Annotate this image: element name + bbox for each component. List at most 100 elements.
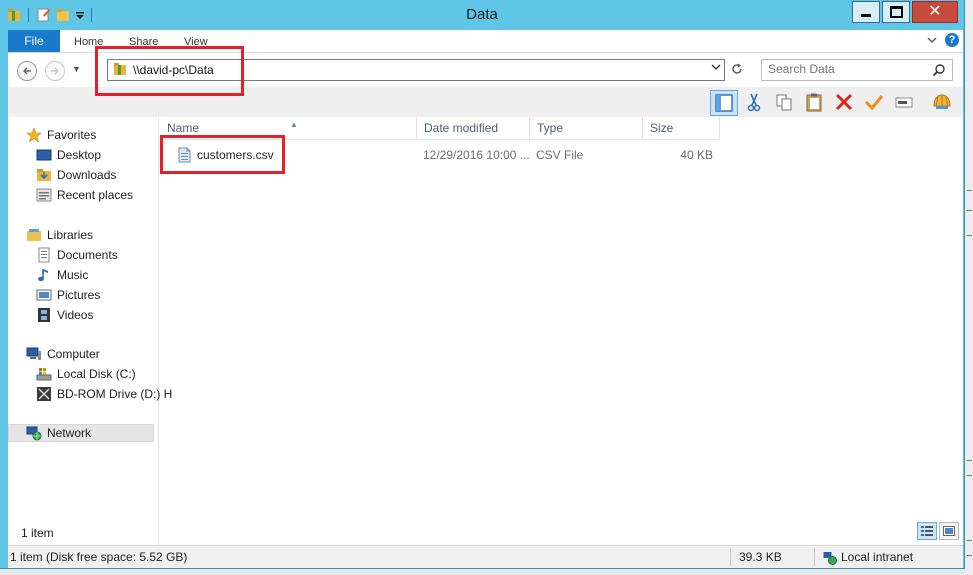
desktop-icon — [36, 147, 52, 163]
column-header-size[interactable]: Size — [643, 117, 720, 139]
sort-ascending-icon: ▲ — [290, 120, 298, 129]
back-arrow-icon — [23, 67, 31, 75]
status-bar: 1 item (Disk free space: 5.52 GB) 39.3 K… — [8, 545, 963, 568]
star-icon — [26, 127, 42, 143]
nav-videos[interactable]: Videos — [36, 306, 93, 324]
computer-icon — [26, 346, 42, 362]
nav-recent-places[interactable]: Recent places — [36, 186, 133, 204]
search-input[interactable] — [762, 60, 934, 78]
item-count: 1 item — [21, 526, 54, 540]
shell-icon — [933, 94, 951, 109]
status-zone-label: Local intranet — [841, 550, 914, 564]
forward-arrow-icon — [51, 67, 59, 75]
nav-favorites[interactable]: Favorites — [26, 126, 96, 144]
status-details: 1 item (Disk free space: 5.52 GB) — [10, 550, 188, 564]
nav-recent-places-label: Recent places — [57, 188, 134, 202]
downloads-folder-icon — [36, 167, 52, 183]
back-button[interactable] — [17, 61, 37, 81]
background-window-bottom — [0, 569, 965, 575]
file-type: CSV File — [536, 148, 584, 162]
close-button[interactable]: ✕ — [912, 1, 958, 23]
maximize-icon — [889, 6, 903, 18]
nav-local-disk[interactable]: Local Disk (C:) — [36, 365, 136, 383]
content-area: Favorites Desktop Downloads Recent place… — [8, 117, 963, 545]
videos-film-icon — [36, 307, 52, 323]
paste-button[interactable] — [802, 90, 826, 114]
ribbon-right-controls: ? — [927, 33, 959, 47]
close-icon: ✕ — [928, 3, 942, 20]
refresh-button[interactable] — [728, 61, 746, 79]
nav-pictures-label: Pictures — [57, 288, 101, 302]
view-switcher — [917, 522, 959, 540]
recent-locations-dropdown[interactable]: ▼ — [72, 64, 81, 74]
nav-documents[interactable]: Documents — [36, 246, 118, 264]
help-icon[interactable]: ? — [945, 33, 959, 47]
tab-file[interactable]: File — [8, 30, 60, 52]
column-header-type-label: Type — [537, 121, 564, 135]
nav-pictures[interactable]: Pictures — [36, 286, 100, 304]
nav-downloads-label: Downloads — [57, 168, 117, 182]
large-icons-view-icon — [943, 526, 955, 536]
expand-ribbon-chevron-icon[interactable] — [927, 33, 937, 47]
maximize-button[interactable] — [882, 1, 910, 23]
nav-network[interactable]: Network — [8, 424, 154, 442]
copy-button[interactable] — [772, 90, 796, 114]
documents-icon — [36, 247, 52, 263]
title-bar: Data ✕ — [0, 0, 964, 30]
large-icons-view-button[interactable] — [939, 522, 959, 540]
nav-desktop[interactable]: Desktop — [36, 146, 101, 164]
column-header-date-modified[interactable]: Date modified — [417, 117, 530, 139]
nav-videos-label: Videos — [57, 308, 94, 322]
nav-libraries[interactable]: Libraries — [26, 226, 93, 244]
background-window-edge — [965, 0, 973, 575]
recent-places-icon — [36, 187, 52, 203]
nav-bd-rom-drive[interactable]: BD-ROM Drive (D:) H — [36, 385, 172, 403]
libraries-icon — [26, 227, 42, 243]
column-header-name-label: Name — [167, 121, 200, 135]
clipboard-icon — [806, 93, 822, 112]
nav-music-label: Music — [57, 268, 89, 282]
annotation-highlight-file — [160, 135, 285, 174]
minimize-button[interactable] — [852, 1, 880, 23]
column-header-date-label: Date modified — [424, 121, 499, 135]
file-size: 40 KB — [680, 148, 713, 162]
delete-x-icon — [835, 93, 853, 111]
navigation-pane: Favorites Desktop Downloads Recent place… — [8, 117, 172, 545]
address-dropdown-icon[interactable] — [711, 63, 721, 74]
details-view-icon — [921, 526, 933, 536]
nav-bd-rom-drive-label: BD-ROM Drive (D:) H — [57, 387, 173, 401]
properties-button[interactable] — [862, 90, 886, 114]
refresh-icon — [732, 63, 742, 74]
window-controls: ✕ — [852, 1, 958, 23]
nav-network-label: Network — [47, 426, 92, 440]
details-view-button[interactable] — [917, 522, 937, 540]
minimize-icon — [861, 14, 871, 17]
rename-button[interactable] — [892, 90, 916, 114]
nav-libraries-label: Libraries — [47, 228, 94, 242]
status-size: 39.3 KB — [739, 550, 782, 564]
rename-icon — [895, 97, 913, 108]
preview-pane-button[interactable] — [710, 90, 738, 116]
nav-local-disk-label: Local Disk (C:) — [57, 367, 136, 381]
annotation-highlight-address — [95, 46, 244, 96]
forward-button[interactable] — [45, 61, 65, 81]
copy-icon — [776, 94, 792, 111]
bd-rom-drive-icon — [36, 386, 52, 402]
search-icon[interactable] — [932, 63, 946, 77]
preview-pane-icon — [715, 94, 733, 112]
column-header-type[interactable]: Type — [530, 117, 643, 139]
nav-downloads[interactable]: Downloads — [36, 166, 116, 184]
nav-computer-label: Computer — [47, 347, 100, 361]
nav-favorites-label: Favorites — [47, 128, 97, 142]
nav-computer[interactable]: Computer — [26, 345, 100, 363]
shell-button[interactable] — [930, 90, 954, 114]
cut-button[interactable] — [742, 90, 766, 114]
local-disk-icon — [36, 366, 52, 382]
nav-documents-label: Documents — [57, 248, 118, 262]
search-box[interactable] — [761, 59, 953, 81]
status-zone: Local intranet — [823, 546, 913, 568]
file-list-pane: Name ▲ Date modified Type Size customers… — [160, 117, 963, 545]
delete-button[interactable] — [832, 90, 856, 114]
file-date-modified: 12/29/2016 10:00 ... — [423, 148, 530, 162]
nav-music[interactable]: Music — [36, 266, 88, 284]
